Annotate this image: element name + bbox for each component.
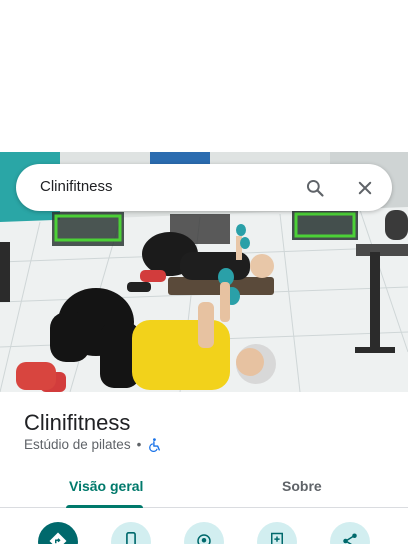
search-bar[interactable]: Clinifitness (16, 164, 392, 211)
search-icon[interactable] (302, 175, 328, 201)
close-icon[interactable] (352, 175, 378, 201)
location-icon (195, 532, 213, 544)
tab-bar: Visão geral Sobre (0, 470, 408, 508)
call-button[interactable] (111, 522, 151, 544)
tab-visao-geral[interactable]: Visão geral (69, 478, 143, 494)
save-icon (269, 532, 285, 544)
place-subtitle: Estúdio de pilates • (24, 437, 162, 452)
wheelchair-accessible-icon (149, 437, 162, 452)
nearby-button[interactable] (184, 522, 224, 544)
active-tab-indicator (66, 505, 143, 508)
place-page: Clinifitness Clinifitness Estúdio de pil… (0, 0, 408, 544)
save-button[interactable] (257, 522, 297, 544)
phone-icon (124, 532, 138, 544)
separator: • (136, 437, 142, 452)
place-name: Clinifitness (24, 410, 131, 435)
directions-button[interactable] (38, 522, 78, 544)
directions-icon (49, 532, 67, 544)
map-blank-area[interactable] (0, 0, 408, 152)
tab-sobre[interactable]: Sobre (282, 478, 322, 494)
search-query[interactable]: Clinifitness (40, 178, 113, 195)
share-button[interactable] (330, 522, 370, 544)
place-category: Estúdio de pilates (24, 437, 131, 452)
share-icon (341, 532, 359, 544)
